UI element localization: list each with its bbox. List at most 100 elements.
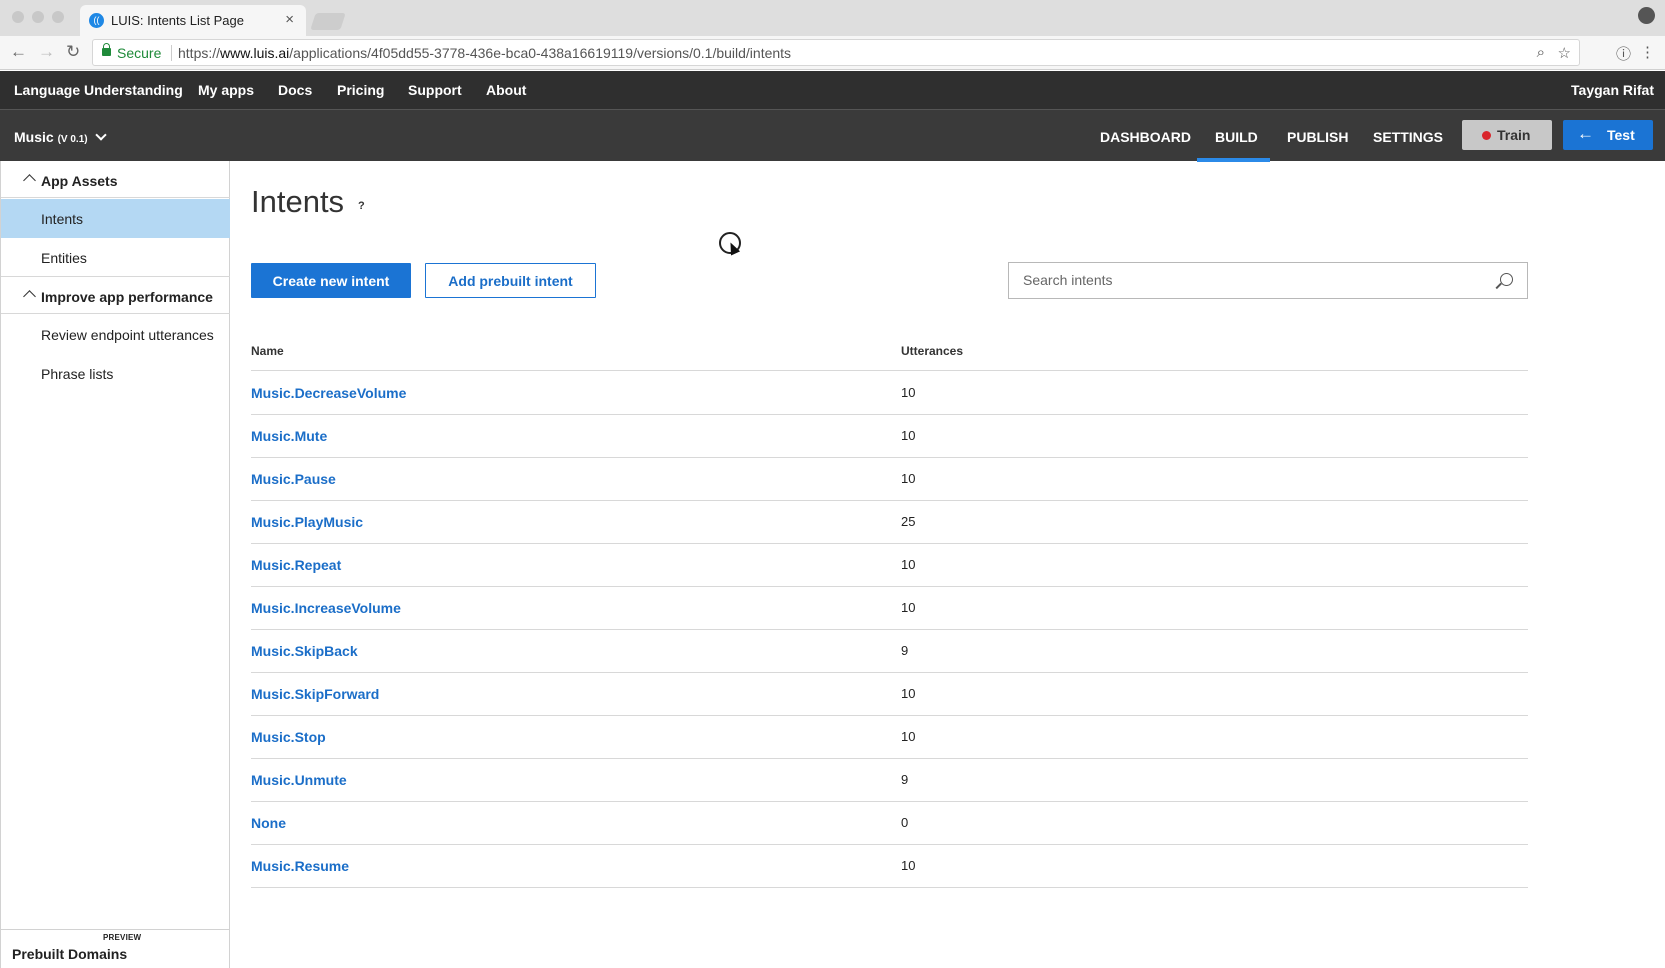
sidebar-item-review-endpoint-utterances[interactable]: Review endpoint utterances bbox=[1, 315, 230, 354]
tab-close-icon[interactable]: × bbox=[285, 11, 294, 28]
luis-favicon-icon: (( bbox=[89, 13, 104, 28]
table-row: Music.IncreaseVolume 10 bbox=[251, 587, 1528, 630]
table-row: Music.Resume 10 bbox=[251, 845, 1528, 888]
train-button[interactable]: Train bbox=[1462, 120, 1552, 150]
intent-link[interactable]: Music.DecreaseVolume bbox=[251, 385, 406, 401]
browser-menu-icon[interactable]: ⋮ bbox=[1640, 43, 1655, 61]
sidebar-item-label: Phrase lists bbox=[41, 366, 114, 382]
table-row: Music.SkipForward 10 bbox=[251, 673, 1528, 716]
intent-link[interactable]: None bbox=[251, 815, 286, 831]
user-name[interactable]: Taygan Rifat bbox=[1571, 82, 1654, 98]
page-title: Intents bbox=[251, 184, 345, 219]
table-row: Music.Unmute 9 bbox=[251, 759, 1528, 802]
table-header: Name Utterances bbox=[251, 336, 1528, 371]
sidebar-item-intents[interactable]: Intents bbox=[1, 199, 230, 238]
utterance-count: 9 bbox=[901, 772, 909, 787]
intent-link[interactable]: Music.Mute bbox=[251, 428, 327, 444]
sidebar-section-label: Improve app performance bbox=[41, 289, 213, 305]
utterance-count: 10 bbox=[901, 729, 916, 744]
sidebar-item-entities[interactable]: Entities bbox=[1, 238, 230, 277]
zoom-icon[interactable]: ⌕ bbox=[1537, 44, 1545, 61]
intent-link[interactable]: Music.PlayMusic bbox=[251, 514, 363, 530]
tab-settings[interactable]: SETTINGS bbox=[1373, 129, 1443, 145]
search-input[interactable] bbox=[1023, 272, 1483, 288]
forward-icon[interactable]: → bbox=[38, 42, 55, 62]
sidebar-item-label: Entities bbox=[41, 250, 87, 266]
table-row: Music.Stop 10 bbox=[251, 716, 1528, 759]
intent-link[interactable]: Music.Pause bbox=[251, 471, 336, 487]
table-row: Music.Repeat 10 bbox=[251, 544, 1528, 587]
utterance-count: 10 bbox=[901, 385, 916, 400]
brand-link[interactable]: Language Understanding bbox=[14, 82, 183, 98]
nav-docs[interactable]: Docs bbox=[278, 82, 312, 98]
search-box bbox=[1008, 262, 1528, 299]
test-button[interactable]: ← Test bbox=[1563, 120, 1653, 150]
utterance-count: 10 bbox=[901, 858, 916, 873]
table-row: Music.PlayMusic 25 bbox=[251, 501, 1528, 544]
utterance-count: 10 bbox=[901, 686, 916, 701]
tab-title: LUIS: Intents List Page bbox=[111, 13, 244, 28]
search-icon[interactable] bbox=[1500, 273, 1513, 286]
sidebar-item-prebuilt-domains[interactable]: PREVIEW Prebuilt Domains bbox=[1, 929, 230, 968]
intent-link[interactable]: Music.Repeat bbox=[251, 557, 341, 573]
table-row: Music.SkipBack 9 bbox=[251, 630, 1528, 673]
intent-link[interactable]: Music.Unmute bbox=[251, 772, 347, 788]
window-close-dot[interactable] bbox=[12, 11, 24, 23]
app-version: (V 0.1) bbox=[57, 134, 88, 145]
sidebar: App Assets Intents Entities Improve app … bbox=[0, 161, 230, 968]
chevron-up-icon bbox=[23, 174, 36, 187]
omnibox-divider bbox=[171, 45, 172, 61]
extension-info-icon[interactable]: ⓘ bbox=[1616, 43, 1631, 64]
sidebar-section-improve[interactable]: Improve app performance bbox=[1, 277, 230, 314]
sidebar-item-phrase-lists[interactable]: Phrase lists bbox=[1, 354, 230, 393]
lock-icon bbox=[102, 43, 111, 56]
create-new-intent-button[interactable]: Create new intent bbox=[251, 263, 411, 298]
intent-link[interactable]: Music.Resume bbox=[251, 858, 349, 874]
nav-pricing[interactable]: Pricing bbox=[337, 82, 384, 98]
column-header-name[interactable]: Name bbox=[251, 344, 284, 358]
chevron-up-icon bbox=[23, 290, 36, 303]
browser-tab[interactable]: (( LUIS: Intents List Page × bbox=[80, 5, 306, 36]
utterance-count: 9 bbox=[901, 643, 909, 658]
column-header-utterances[interactable]: Utterances bbox=[901, 344, 963, 358]
nav-about[interactable]: About bbox=[486, 82, 526, 98]
nav-support[interactable]: Support bbox=[408, 82, 462, 98]
url-text[interactable]: https://www.luis.ai/applications/4f05dd5… bbox=[178, 45, 791, 61]
active-tab-indicator bbox=[1197, 158, 1270, 162]
utterance-count: 25 bbox=[901, 514, 916, 529]
sidebar-item-label: Intents bbox=[41, 211, 84, 227]
train-label: Train bbox=[1497, 127, 1531, 143]
test-label: Test bbox=[1607, 127, 1635, 143]
top-navigation: Language Understanding My apps Docs Pric… bbox=[0, 71, 1665, 109]
preview-badge: PREVIEW bbox=[103, 933, 142, 942]
sidebar-section-app-assets[interactable]: App Assets bbox=[1, 161, 230, 198]
app-name: Music bbox=[14, 129, 54, 145]
intent-link[interactable]: Music.SkipBack bbox=[251, 643, 358, 659]
address-bar[interactable]: Secure https://www.luis.ai/applications/… bbox=[92, 39, 1580, 66]
intent-link[interactable]: Music.IncreaseVolume bbox=[251, 600, 401, 616]
secure-label: Secure bbox=[117, 45, 162, 61]
add-prebuilt-intent-button[interactable]: Add prebuilt intent bbox=[425, 263, 596, 298]
nav-my-apps[interactable]: My apps bbox=[198, 82, 254, 98]
utterance-count: 10 bbox=[901, 600, 916, 615]
bookmark-star-icon[interactable]: ☆ bbox=[1558, 44, 1571, 62]
tab-build[interactable]: BUILD bbox=[1215, 129, 1258, 145]
tab-publish[interactable]: PUBLISH bbox=[1287, 129, 1348, 145]
help-icon[interactable]: ? bbox=[358, 200, 365, 212]
url-path: /applications/4f05dd55-3778-436e-bca0-43… bbox=[289, 45, 792, 61]
mouse-cursor-icon bbox=[719, 232, 741, 254]
app-selector[interactable]: Music (V 0.1) bbox=[14, 129, 108, 145]
chevron-down-icon bbox=[95, 129, 108, 141]
table-row: Music.Mute 10 bbox=[251, 415, 1528, 458]
window-zoom-dot[interactable] bbox=[52, 11, 64, 23]
intent-link[interactable]: Music.Stop bbox=[251, 729, 326, 745]
window-minimize-dot[interactable] bbox=[32, 11, 44, 23]
profile-icon[interactable] bbox=[1638, 7, 1655, 24]
reload-icon[interactable]: ↻ bbox=[66, 42, 80, 62]
intent-link[interactable]: Music.SkipForward bbox=[251, 686, 379, 702]
tab-dashboard[interactable]: DASHBOARD bbox=[1100, 129, 1191, 145]
new-tab-button[interactable] bbox=[310, 13, 346, 30]
url-host: www.luis.ai bbox=[220, 45, 290, 61]
table-row: Music.DecreaseVolume 10 bbox=[251, 372, 1528, 415]
back-icon[interactable]: ← bbox=[10, 42, 27, 62]
